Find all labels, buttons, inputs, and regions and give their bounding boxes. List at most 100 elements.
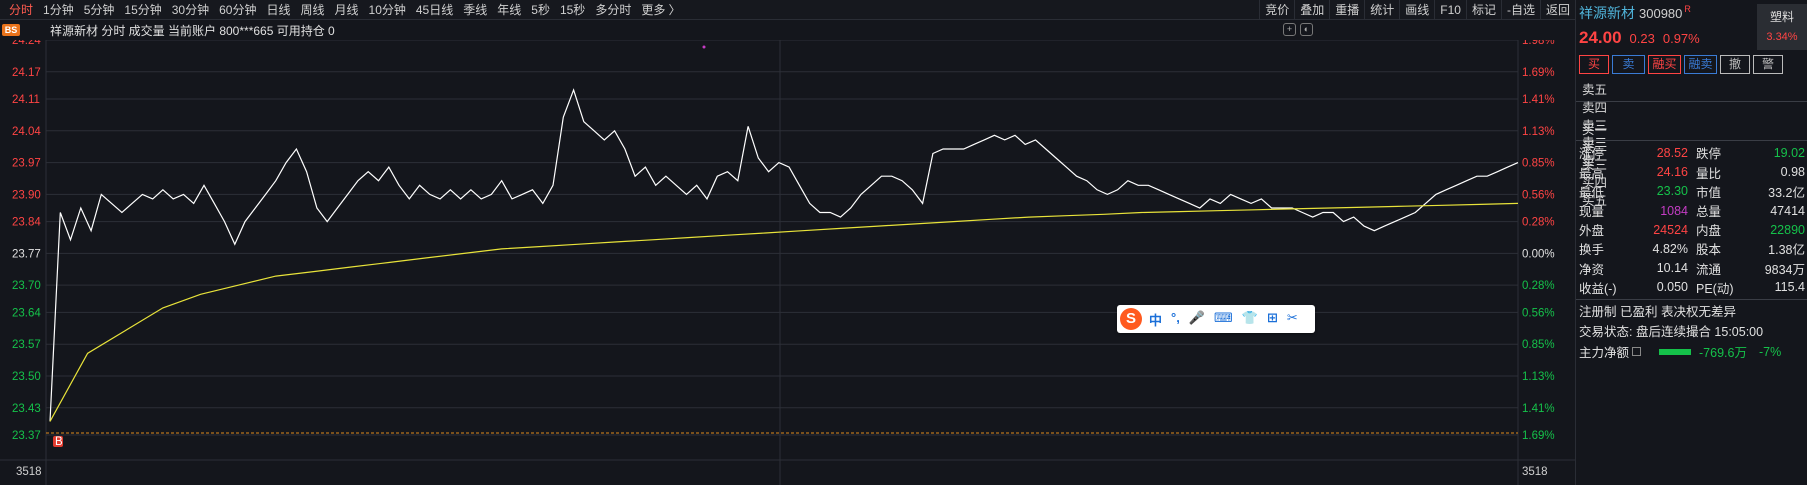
stat-row: 最低 23.30 市值 33.2亿 — [1576, 182, 1807, 201]
trade-button-1[interactable]: 卖 — [1612, 55, 1645, 74]
stat-label: 量比 — [1696, 166, 1722, 181]
trade-button-0[interactable]: 买 — [1579, 55, 1609, 74]
ime-icon-4[interactable]: 👕 — [1242, 310, 1258, 329]
stat-value: 9834万 — [1764, 262, 1805, 277]
last-price: 24.00 — [1579, 28, 1622, 47]
ime-icon-5[interactable]: ⊞ — [1267, 310, 1278, 329]
tab-period-1[interactable]: 1分钟 — [38, 0, 79, 20]
volume-max-label-right: 3518 — [1522, 466, 1548, 478]
stat-value: 10.14 — [1656, 261, 1688, 276]
ime-icon-6[interactable]: ✂ — [1287, 310, 1298, 329]
stat-label: 净资 — [1579, 262, 1605, 277]
stat-value: 24.16 — [1656, 165, 1688, 180]
tab-period-9[interactable]: 10分钟 — [364, 0, 411, 20]
registration-mark: R — [1684, 4, 1691, 14]
trade-button-3[interactable]: 融卖 — [1684, 55, 1717, 74]
ime-toolbar[interactable]: S 中 °, 🎤 ⌨ 👕 ⊞ ✂ — [1117, 305, 1315, 333]
trade-buttons: 买卖融买 融卖撤警 — [1576, 55, 1807, 75]
bs-badge[interactable]: BS — [2, 24, 20, 36]
bid-level-0[interactable]: 买一 — [1579, 121, 1807, 139]
tab-period-12[interactable]: 年线 — [492, 0, 526, 20]
y-tick-label: 23.70 — [12, 280, 41, 292]
tool-button-7[interactable]: -自选 — [1500, 0, 1540, 20]
y-tick-label: 23.50 — [12, 371, 41, 383]
pct-tick-label: 0.56% — [1522, 307, 1555, 319]
stat-row: 收益(-) 0.050 PE(动) 115.4 — [1576, 278, 1807, 297]
ime-icon-1[interactable]: °, — [1171, 310, 1180, 329]
tab-period-10[interactable]: 45日线 — [411, 0, 458, 20]
pct-tick-label: 0.00% — [1522, 248, 1555, 260]
volume-max-label: 3518 — [16, 466, 42, 478]
intraday-chart[interactable]: 24.24 1.98% 24.17 1.69% 24.11 1.41% 24.04 1.13%… — [0, 40, 1575, 485]
period-toolbar: 分时 1分钟 5分钟 15分钟 30分钟 60分钟 日线 周线 月线 10分钟 45日线 季线 年线 5秒… — [0, 0, 1575, 20]
tab-period-3[interactable]: 15分钟 — [119, 0, 166, 20]
trade-button-2[interactable]: 融买 — [1648, 55, 1681, 74]
tab-period-7[interactable]: 周线 — [295, 0, 329, 20]
ime-icon-0[interactable]: 中 — [1149, 310, 1162, 329]
tab-period-6[interactable]: 日线 — [261, 0, 295, 20]
ime-icon-2[interactable]: 🎤 — [1189, 310, 1205, 329]
y-tick-label: 23.64 — [12, 307, 41, 319]
stat-value: 1.38亿 — [1768, 243, 1805, 258]
tool-button-4[interactable]: 画线 — [1399, 0, 1434, 20]
sector-tag[interactable]: 塑料 3.34% — [1757, 4, 1807, 50]
stat-value: 33.2亿 — [1768, 185, 1805, 200]
stat-row: 涨停 28.52 跌停 19.02 — [1576, 143, 1807, 162]
tab-period-13[interactable]: 5秒 — [526, 0, 555, 20]
stat-label: PE(动) — [1696, 281, 1734, 296]
stat-label: 市值 — [1696, 185, 1722, 200]
trading-status: 交易状态: 盘后连续撮合 15:05:00 — [1579, 324, 1764, 339]
quote-stats: 涨停 28.52 跌停 19.02 最高 24.16 量比 0.98 最低 23.30 市值 33.2… — [1576, 143, 1807, 297]
tool-button-8[interactable]: 返回 — [1539, 0, 1575, 20]
stat-label: 最低 — [1579, 185, 1605, 200]
expand-icon[interactable]: + — [1283, 23, 1296, 36]
y-tick-label: 23.77 — [12, 248, 41, 260]
tab-period-14[interactable]: 15秒 — [555, 0, 590, 20]
price-change: 0.23 — [1629, 30, 1655, 46]
tool-buttons: 竞价 叠加 重播 统计 画线 F10 标记 -自选 返回 — [1259, 0, 1575, 20]
tab-period-16[interactable]: 更多 〉 — [636, 0, 685, 20]
tab-period-15[interactable]: 多分时 — [590, 0, 636, 20]
stat-row: 现量 1084 总量 47414 — [1576, 201, 1807, 220]
trade-button-5[interactable]: 警 — [1753, 55, 1783, 74]
ime-icon-3[interactable]: ⌨ — [1214, 310, 1233, 329]
tool-button-1[interactable]: 叠加 — [1294, 0, 1329, 20]
trade-marker-label: B — [55, 436, 63, 448]
tool-button-6[interactable]: 标记 — [1465, 0, 1501, 20]
tool-button-3[interactable]: 统计 — [1364, 0, 1399, 20]
stat-label: 收益(-) — [1579, 281, 1617, 296]
pct-tick-label: 1.13% — [1522, 371, 1555, 383]
pct-tick-label: 0.28% — [1522, 280, 1555, 292]
tab-period-5[interactable]: 60分钟 — [214, 0, 261, 20]
collapse-icon[interactable]: ◐ — [1300, 23, 1313, 36]
tab-period-8[interactable]: 月线 — [330, 0, 364, 20]
chart-info-bar: BS 祥源新材 分时 成交量 当前账户 800***665 可用持仓 0 + ◐ — [0, 20, 1575, 40]
stat-label: 跌停 — [1696, 147, 1722, 162]
pct-tick-label: 1.69% — [1522, 430, 1555, 442]
sogou-logo: S — [1120, 308, 1142, 330]
tab-period-4[interactable]: 30分钟 — [167, 0, 214, 20]
trade-button-4[interactable]: 撤 — [1720, 55, 1750, 74]
tab-period-2[interactable]: 5分钟 — [79, 0, 120, 20]
y-tick-label: 24.11 — [12, 94, 40, 106]
pct-tick-label: 1.41% — [1522, 94, 1555, 106]
tool-button-2[interactable]: 重播 — [1329, 0, 1364, 20]
tool-button-5[interactable]: F10 — [1434, 0, 1466, 20]
tab-period-11[interactable]: 季线 — [458, 0, 492, 20]
pct-tick-label: 1.13% — [1522, 126, 1555, 138]
y-tick-label: 23.97 — [12, 158, 41, 170]
ask-level-0[interactable]: 卖五 — [1579, 81, 1807, 99]
y-tick-label: 23.43 — [12, 403, 41, 415]
tool-button-0[interactable]: 竞价 — [1259, 0, 1294, 20]
stat-value: 4.82% — [1652, 241, 1688, 256]
quote-panel: 祥源新材 300980 R 24.00 0.23 0.97% 买卖融买 融卖撤警 … — [1575, 0, 1807, 485]
price-line — [49, 88, 1519, 422]
y-tick-label: 23.37 — [12, 430, 41, 442]
info-icon[interactable] — [1632, 347, 1642, 357]
stat-label: 总量 — [1696, 205, 1722, 220]
stat-row: 净资 10.14 流通 9834万 — [1576, 259, 1807, 278]
y-tick-label: 23.90 — [12, 189, 41, 201]
order-book: 卖五 卖四 卖三 卖二 卖一 买一 买二 买三 买四 买五 — [1576, 81, 1807, 208]
tab-period-0[interactable]: 分时 — [4, 0, 38, 20]
chart-controls: + ◐ — [1283, 23, 1313, 36]
